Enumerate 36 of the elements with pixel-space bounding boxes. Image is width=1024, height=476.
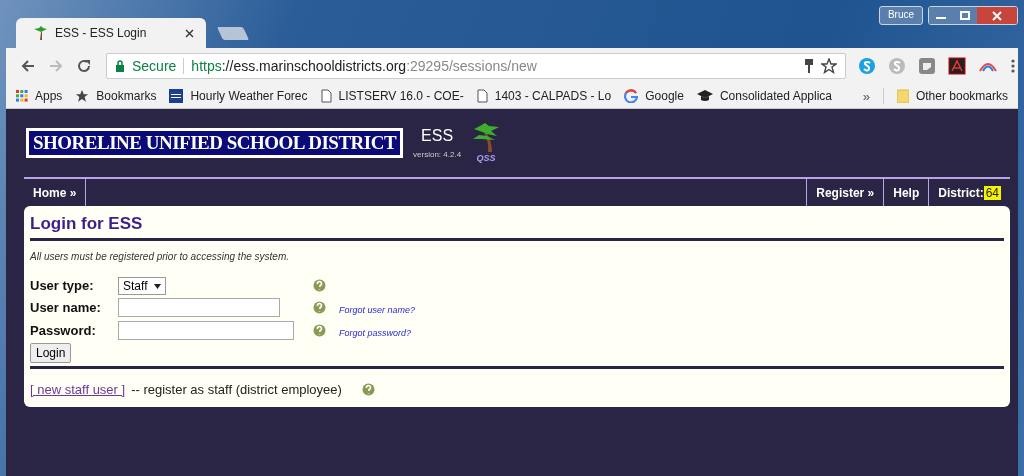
login-title: Login for ESS (30, 214, 144, 234)
bookmark-item[interactable]: Hourly Weather Forec (169, 89, 308, 103)
browser-tab[interactable]: ESS - ESS Login (16, 18, 206, 48)
field-label: User name: (30, 300, 102, 315)
bookmark-label: Consolidated Applica (719, 89, 832, 103)
secure-label: Secure (132, 58, 177, 74)
bookmark-label: Other bookmarks (915, 89, 1008, 103)
profile-button[interactable]: Bruce (878, 6, 923, 25)
district-banner: SHORELINE UNIFIED SCHOOL DISTRICT (26, 128, 404, 158)
bookmark-item[interactable]: Consolidated Applica (696, 89, 832, 103)
district-number: 64 (983, 185, 1001, 200)
brand-text: QSS (476, 153, 496, 163)
notice-text: All users must be registered prior to accessing the system. (30, 251, 290, 262)
register-description: -- register as staff (district employee) (131, 382, 342, 397)
bookmark-label: Apps (35, 89, 63, 103)
user-type-dropdown[interactable]: Staff (118, 277, 166, 295)
field-label: Password: (30, 323, 97, 338)
login-button[interactable]: Login (30, 343, 72, 363)
bookmark-item[interactable]: Google (624, 89, 684, 103)
tab-title: ESS - ESS Login (55, 26, 147, 40)
district-label: District: (938, 185, 984, 200)
address-bar[interactable]: Secure https://ess.marinschooldistricts.org:29295/sessions/new (106, 53, 846, 79)
field-label: User type: (30, 277, 95, 293)
bookmark-label: Google (645, 89, 684, 103)
more-bookmarks-button[interactable]: » (862, 88, 870, 104)
bookmark-item[interactable]: Apps (16, 89, 63, 103)
app-name: ESS (421, 127, 454, 145)
bookmark-folder[interactable]: Other bookmarks (896, 89, 1008, 103)
version-text: version: 4.2.4 (413, 150, 462, 159)
forgot-link[interactable]: Forgot user name? (339, 304, 416, 315)
bookmark-item[interactable]: Bookmarks (75, 89, 157, 103)
forgot-link[interactable]: Forgot password? (339, 327, 412, 338)
url-text: https://ess.marinschooldistricts.org:29295/sessions/new (191, 58, 537, 74)
new-staff-user-link[interactable]: [ new staff user ] (30, 382, 126, 397)
bookmark-label: Bookmarks (96, 89, 157, 103)
bookmark-label: Hourly Weather Forec (190, 89, 308, 103)
